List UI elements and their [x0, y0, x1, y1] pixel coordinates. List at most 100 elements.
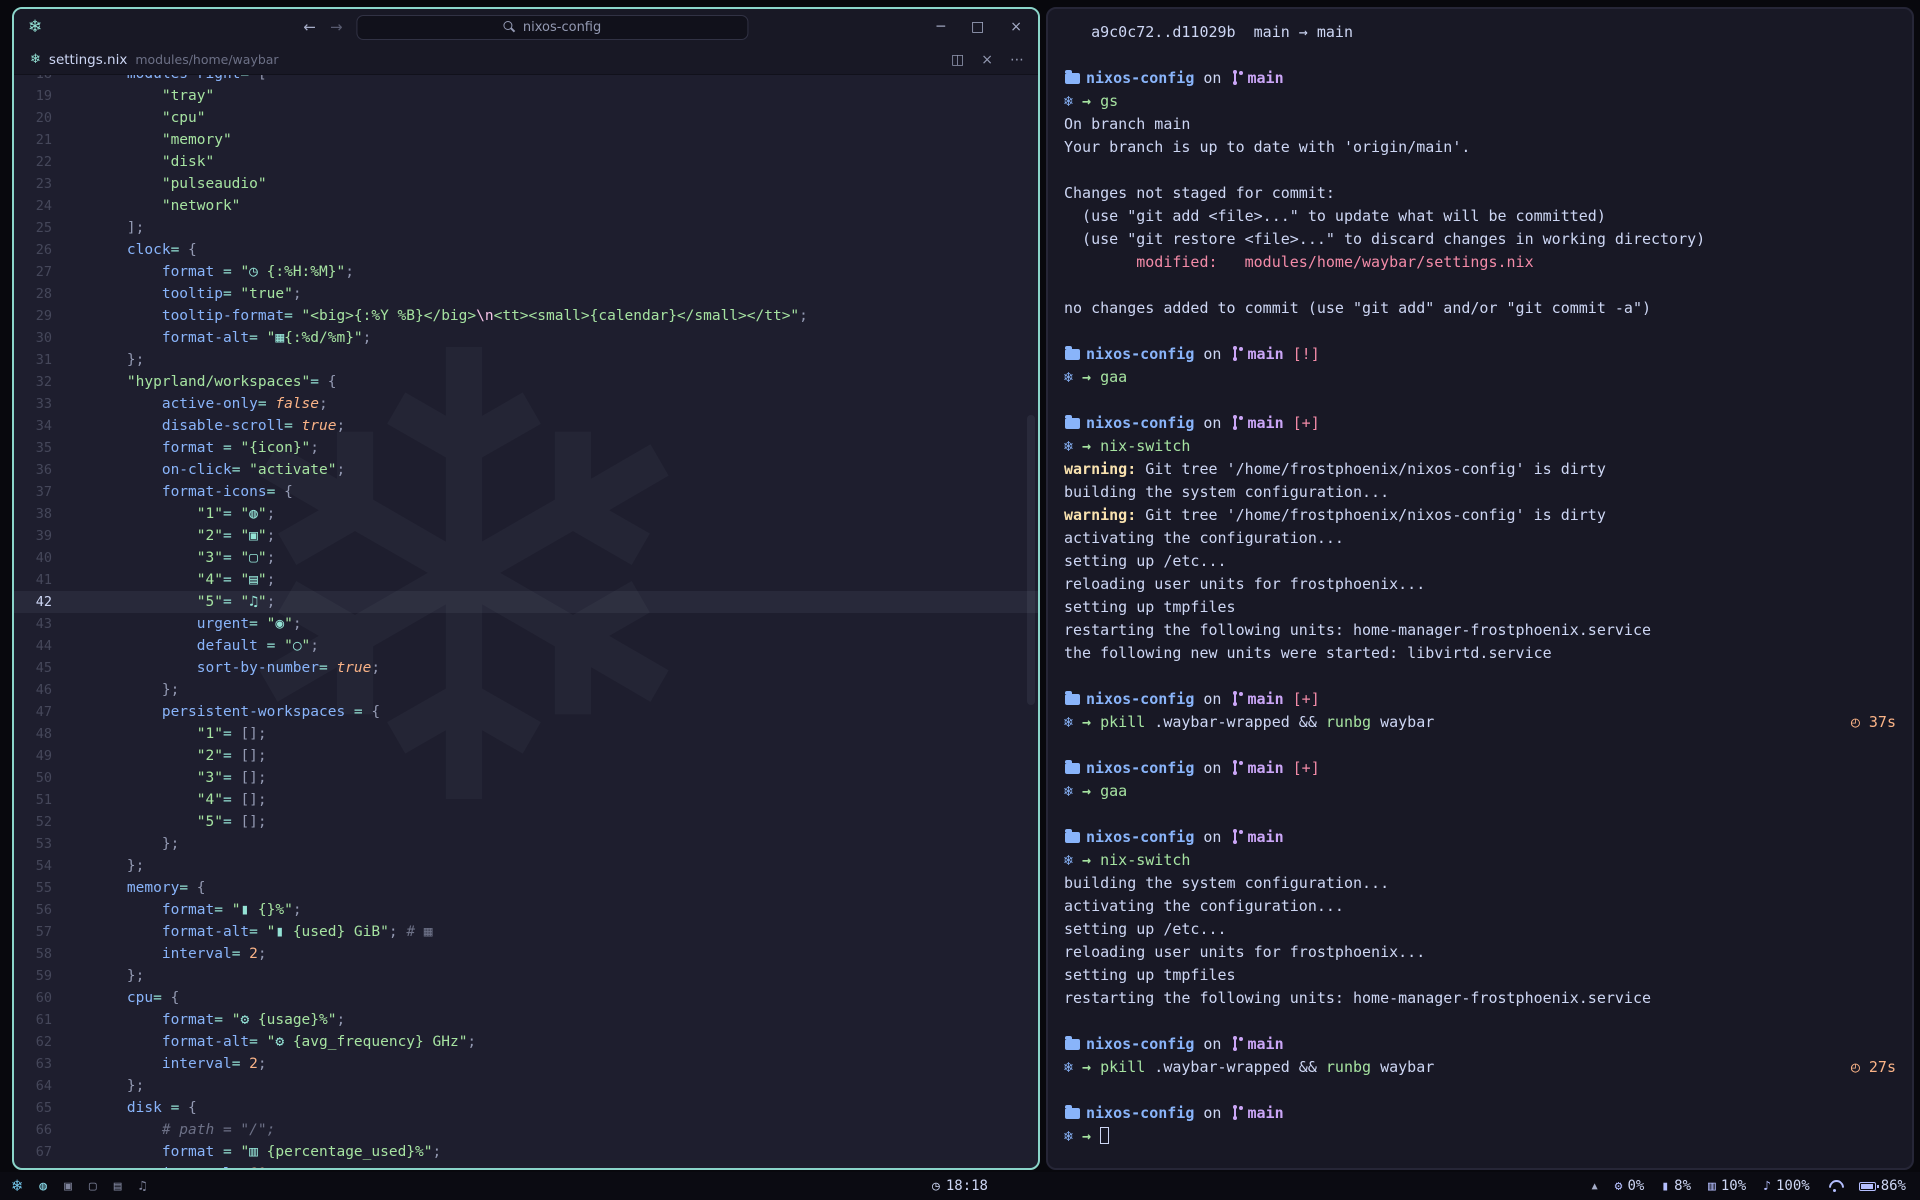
code-line-28[interactable]: 28 tooltip= "true"; [14, 283, 1038, 305]
terminal-window[interactable]: a9c0c72..d11029b main → mainnixos-config… [1046, 7, 1914, 1170]
nix-snowflake-icon: ❄ [1064, 437, 1073, 455]
tab-settings-nix[interactable]: ❄ settings.nix modules/home/waybar [30, 52, 279, 68]
terminal-line: nixos-config on main [!] [1064, 343, 1896, 366]
glyph-icon: ◍ [249, 506, 258, 522]
code-line-32[interactable]: 32 "hyprland/workspaces"= { [14, 371, 1038, 393]
pulseaudio-module[interactable]: ♪100% [1763, 1178, 1810, 1194]
code-line-43[interactable]: 43 urgent= "◉"; [14, 613, 1038, 635]
workspace-1-icon[interactable]: ◍ [39, 1179, 47, 1194]
maximize-button[interactable]: □ [971, 19, 984, 35]
workspace-3-icon[interactable]: ▢ [89, 1179, 97, 1194]
code-line-22[interactable]: 22 "disk" [14, 151, 1038, 173]
nix-snowflake-icon: ❄ [1064, 851, 1073, 869]
battery-value: 86% [1881, 1178, 1906, 1194]
code-line-63[interactable]: 63 interval= 2; [14, 1053, 1038, 1075]
clock-module[interactable]: ◷ 18:18 [932, 1178, 988, 1194]
code-line-39[interactable]: 39 "2"= "▣"; [14, 525, 1038, 547]
code-line-19[interactable]: 19 "tray" [14, 85, 1038, 107]
code-line-52[interactable]: 52 "5"= []; [14, 811, 1038, 833]
code-line-42[interactable]: 42 "5"= "♫"; [14, 591, 1038, 613]
code-line-41[interactable]: 41 "4"= "▤"; [14, 569, 1038, 591]
git-branch-icon [1231, 1036, 1244, 1051]
code-line-49[interactable]: 49 "2"= []; [14, 745, 1038, 767]
close-button[interactable]: × [1010, 19, 1022, 35]
folder-icon [1065, 349, 1080, 360]
code-line-23[interactable]: 23 "pulseaudio" [14, 173, 1038, 195]
nav-back-icon[interactable]: ← [303, 18, 316, 36]
editor-scrollbar[interactable] [1027, 415, 1035, 705]
code-line-65[interactable]: 65 disk = { [14, 1097, 1038, 1119]
line-number: 48 [14, 723, 52, 745]
nav-forward-icon[interactable]: → [330, 18, 343, 36]
waybar-left: ❄ ◍ ▣ ▢ ▤ ♫ [0, 1176, 146, 1196]
code-line-53[interactable]: 53 }; [14, 833, 1038, 855]
code-line-56[interactable]: 56 format= "▮ {}%"; [14, 899, 1038, 921]
line-number: 51 [14, 789, 52, 811]
code-line-33[interactable]: 33 active-only= false; [14, 393, 1038, 415]
command-center-search[interactable]: nixos-config [357, 15, 749, 40]
network-module[interactable] [1827, 1180, 1842, 1192]
split-editor-icon[interactable]: ◫ [951, 52, 964, 68]
tray-expand-icon[interactable]: ▲ [1592, 1181, 1598, 1192]
code-line-67[interactable]: 67 format = "▥ {percentage_used}%"; [14, 1141, 1038, 1163]
code-line-44[interactable]: 44 default = "○"; [14, 635, 1038, 657]
terminal-line: ❄ → [1064, 1125, 1896, 1148]
close-tab-icon[interactable]: × [981, 52, 993, 68]
code-line-36[interactable]: 36 on-click= "activate"; [14, 459, 1038, 481]
memory-module[interactable]: ▮8% [1661, 1178, 1691, 1194]
disk-module[interactable]: ▥10% [1708, 1178, 1746, 1194]
terminal-line: ❄ → nix-switch [1064, 435, 1896, 458]
code-line-37[interactable]: 37 format-icons= { [14, 481, 1038, 503]
prompt-arrow-icon: → [1073, 1127, 1100, 1145]
code-line-58[interactable]: 58 interval= 2; [14, 943, 1038, 965]
code-line-26[interactable]: 26 clock= { [14, 239, 1038, 261]
folder-icon [1065, 763, 1080, 774]
code-line-35[interactable]: 35 format = "{icon}"; [14, 437, 1038, 459]
terminal-line: restarting the following units: home-man… [1064, 987, 1896, 1010]
line-number: 60 [14, 987, 52, 1009]
terminal-line: nixos-config on main [+] [1064, 757, 1896, 780]
line-number: 35 [14, 437, 52, 459]
more-actions-icon[interactable]: ⋯ [1010, 52, 1024, 68]
battery-module[interactable]: 86% [1859, 1178, 1906, 1194]
code-line-38[interactable]: 38 "1"= "◍"; [14, 503, 1038, 525]
code-line-30[interactable]: 30 format-alt= "▦{:%d/%m}"; [14, 327, 1038, 349]
code-line-24[interactable]: 24 "network" [14, 195, 1038, 217]
code-line-61[interactable]: 61 format= "⚙ {usage}%"; [14, 1009, 1038, 1031]
code-line-55[interactable]: 55 memory= { [14, 877, 1038, 899]
workspace-4-icon[interactable]: ▤ [114, 1179, 122, 1194]
code-line-47[interactable]: 47 persistent-workspaces = { [14, 701, 1038, 723]
workspace-5-icon[interactable]: ♫ [139, 1179, 147, 1194]
workspace-2-icon[interactable]: ▣ [64, 1179, 72, 1194]
code-line-68[interactable]: 68 interval= 60; [14, 1163, 1038, 1168]
code-line-27[interactable]: 27 format = "◷ {:%H:%M}"; [14, 261, 1038, 283]
line-number: 58 [14, 943, 52, 965]
code-line-54[interactable]: 54 }; [14, 855, 1038, 877]
code-editor[interactable]: ❄ 18 modules-right= [19 "tray"20 "cpu"21… [14, 75, 1038, 1168]
code-line-48[interactable]: 48 "1"= []; [14, 723, 1038, 745]
code-line-59[interactable]: 59 }; [14, 965, 1038, 987]
code-line-40[interactable]: 40 "3"= "▢"; [14, 547, 1038, 569]
code-line-20[interactable]: 20 "cpu" [14, 107, 1038, 129]
code-line-18[interactable]: 18 modules-right= [ [14, 75, 1038, 85]
terminal-line: ❄ → gs [1064, 90, 1896, 113]
code-line-51[interactable]: 51 "4"= []; [14, 789, 1038, 811]
code-line-45[interactable]: 45 sort-by-number= true; [14, 657, 1038, 679]
code-line-21[interactable]: 21 "memory" [14, 129, 1038, 151]
code-line-66[interactable]: 66 # path = "/"; [14, 1119, 1038, 1141]
code-line-29[interactable]: 29 tooltip-format= "<big>{:%Y %B}</big>\… [14, 305, 1038, 327]
minimize-button[interactable]: ─ [937, 19, 945, 35]
code-line-25[interactable]: 25 ]; [14, 217, 1038, 239]
code-line-46[interactable]: 46 }; [14, 679, 1038, 701]
code-line-57[interactable]: 57 format-alt= "▮ {used} GiB"; # ▦ [14, 921, 1038, 943]
code-line-31[interactable]: 31 }; [14, 349, 1038, 371]
code-line-62[interactable]: 62 format-alt= "⚙ {avg_frequency} GHz"; [14, 1031, 1038, 1053]
battery-icon [1859, 1182, 1876, 1191]
code-line-60[interactable]: 60 cpu= { [14, 987, 1038, 1009]
code-line-50[interactable]: 50 "3"= []; [14, 767, 1038, 789]
nix-launcher-icon[interactable]: ❄ [12, 1176, 22, 1196]
workspaces: ◍ ▣ ▢ ▤ ♫ [39, 1179, 146, 1194]
code-line-64[interactable]: 64 }; [14, 1075, 1038, 1097]
cpu-module[interactable]: ⚙0% [1615, 1178, 1645, 1194]
code-line-34[interactable]: 34 disable-scroll= true; [14, 415, 1038, 437]
